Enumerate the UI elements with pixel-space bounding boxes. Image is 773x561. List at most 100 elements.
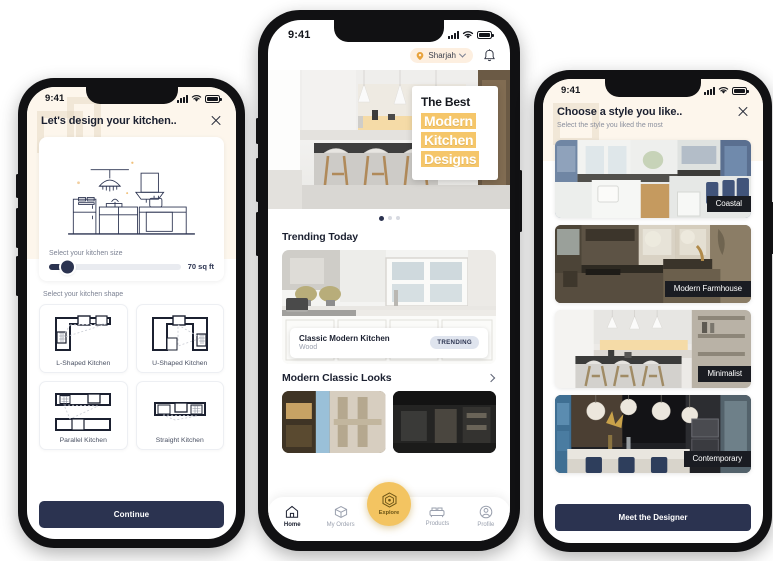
- shape-option-label: U-Shaped Kitchen: [152, 360, 208, 367]
- looks-row: [268, 391, 510, 453]
- kitchen-line-illustration: [68, 161, 195, 235]
- continue-button[interactable]: Continue: [39, 501, 224, 528]
- tab-home[interactable]: Home: [268, 505, 316, 528]
- right-header: Choose a style you like.. Select the sty…: [543, 98, 763, 136]
- kitchen-size-slider[interactable]: [49, 260, 181, 273]
- hero-tag-line4: Designs: [421, 151, 480, 167]
- meet-designer-button[interactable]: Meet the Designer: [555, 504, 751, 531]
- phone-center-volume-up-button[interactable]: [256, 158, 259, 202]
- carousel-dot-active[interactable]: [378, 216, 384, 221]
- page-subtitle: Select the style you liked the most: [557, 122, 663, 129]
- status-icons: [448, 30, 494, 40]
- phone-center-mute-button[interactable]: [256, 118, 259, 144]
- style-card-contemporary[interactable]: Contemporary: [555, 395, 751, 473]
- style-card-label: Minimalist: [698, 366, 751, 382]
- shape-option-label: Parallel Kitchen: [59, 437, 107, 444]
- signal-bars-icon: [704, 86, 715, 95]
- status-time: 9:41: [288, 29, 311, 41]
- wifi-icon: [718, 87, 729, 94]
- signal-bars-icon: [448, 31, 459, 39]
- location-selector[interactable]: Sharjah: [410, 48, 473, 63]
- hero-tag-line3: Kitchen: [421, 132, 477, 148]
- trending-text-group: Classic Modern Kitchen Wood: [299, 334, 390, 352]
- u-shape-icon: [151, 315, 208, 351]
- phone-center-power-button[interactable]: [519, 170, 522, 232]
- status-bar: 9:41: [543, 79, 763, 98]
- phone-left-volume-up-button[interactable]: [16, 208, 19, 248]
- explore-badge-icon: [382, 492, 396, 508]
- kitchen-size-value: 70 sq ft: [187, 262, 214, 271]
- battery-icon: [205, 94, 222, 103]
- slider-thumb[interactable]: [60, 260, 74, 273]
- kitchen-size-slider-row[interactable]: 70 sq ft: [49, 260, 214, 273]
- phone-right-screen: 9:41 Choose a style you like.. Select th…: [543, 79, 763, 543]
- screenshot-stage: 9:41 Let's design your kitchen.. Select …: [0, 0, 773, 561]
- tab-products[interactable]: Products: [413, 505, 461, 527]
- kitchen-shape-grid: L-Shaped Kitchen U-Shaped Kitchen Parall…: [39, 304, 224, 450]
- phone-left-volume-down-button[interactable]: [16, 256, 19, 296]
- kitchen-shape-label: Select your kitchen shape: [43, 291, 124, 298]
- style-card-minimalist[interactable]: Minimalist: [555, 310, 751, 388]
- shape-option-label: L-Shaped Kitchen: [56, 360, 111, 367]
- trending-card-material: Wood: [299, 344, 318, 351]
- status-icons: [704, 86, 749, 95]
- status-time: 9:41: [45, 93, 65, 104]
- style-card-label: Coastal: [706, 196, 751, 212]
- battery-icon: [477, 31, 494, 39]
- trending-card[interactable]: Classic Modern Kitchen Wood TRENDING: [282, 250, 496, 364]
- tab-label: Profile: [477, 522, 495, 528]
- carousel-dot[interactable]: [387, 216, 392, 220]
- hero-tag-line2: Modern: [421, 113, 476, 129]
- style-card-coastal[interactable]: Coastal: [555, 140, 751, 218]
- right-header-top: Choose a style you like..: [557, 106, 749, 118]
- tab-my-orders[interactable]: My Orders: [316, 505, 364, 528]
- phone-center: 9:41 Sharjah The Best Modern Kitchen Des…: [256, 10, 522, 551]
- phone-center-screen: 9:41 Sharjah The Best Modern Kitchen Des…: [268, 20, 510, 541]
- location-label: Sharjah: [428, 51, 456, 60]
- status-bar: 9:41: [27, 87, 236, 106]
- look-card[interactable]: [282, 391, 386, 453]
- parallel-shape-icon: [55, 393, 112, 431]
- wifi-icon: [191, 95, 202, 102]
- style-card-label: Modern Farmhouse: [664, 281, 751, 297]
- notification-bell-icon[interactable]: [483, 48, 496, 63]
- user-circle-icon: [479, 505, 493, 519]
- looks-section-header: Modern Classic Looks: [268, 364, 510, 391]
- explore-fab-button[interactable]: Explore: [367, 482, 411, 526]
- dark-modern-interior-photo: [392, 391, 496, 453]
- shape-option-u-shaped[interactable]: U-Shaped Kitchen: [135, 304, 224, 373]
- phone-center-volume-down-button[interactable]: [256, 212, 259, 256]
- shape-option-l-shaped[interactable]: L-Shaped Kitchen: [39, 304, 128, 373]
- status-bar: 9:41: [268, 20, 510, 44]
- kitchen-size-label: Select your kitchen size: [49, 250, 123, 257]
- look-card[interactable]: [392, 391, 496, 453]
- tab-profile[interactable]: Profile: [462, 505, 510, 528]
- location-pin-icon: [417, 51, 424, 60]
- hero-carousel[interactable]: The Best Modern Kitchen Designs: [268, 70, 510, 209]
- status-icons: [177, 94, 222, 103]
- close-icon[interactable]: [737, 106, 749, 118]
- tab-label: My Orders: [326, 522, 355, 528]
- phone-left-mute-button[interactable]: [16, 174, 19, 198]
- tab-label: Products: [425, 521, 450, 527]
- phone-left: 9:41 Let's design your kitchen.. Select …: [16, 78, 245, 548]
- close-icon[interactable]: [210, 115, 222, 127]
- left-header: Let's design your kitchen..: [27, 106, 236, 137]
- status-badge: TRENDING: [430, 335, 479, 349]
- shape-option-parallel[interactable]: Parallel Kitchen: [39, 381, 128, 450]
- carousel-dots[interactable]: [268, 209, 510, 223]
- shape-option-straight[interactable]: Straight Kitchen: [135, 381, 224, 450]
- straight-shape-icon: [153, 402, 206, 421]
- style-card-modern-farmhouse[interactable]: Modern Farmhouse: [555, 225, 751, 303]
- page-title: Choose a style you like..: [557, 106, 683, 118]
- chevron-down-icon: [458, 50, 467, 58]
- looks-section-title: Modern Classic Looks: [282, 372, 392, 384]
- chevron-right-icon[interactable]: [486, 373, 496, 382]
- page-title: Let's design your kitchen..: [41, 115, 177, 127]
- carousel-dot[interactable]: [395, 216, 400, 220]
- fab-label: Explore: [378, 510, 400, 516]
- status-time: 9:41: [561, 85, 581, 96]
- hero-promo-card: The Best Modern Kitchen Designs: [412, 86, 498, 180]
- trending-card-info: Classic Modern Kitchen Wood TRENDING: [290, 327, 488, 358]
- tab-label: Home: [283, 522, 301, 528]
